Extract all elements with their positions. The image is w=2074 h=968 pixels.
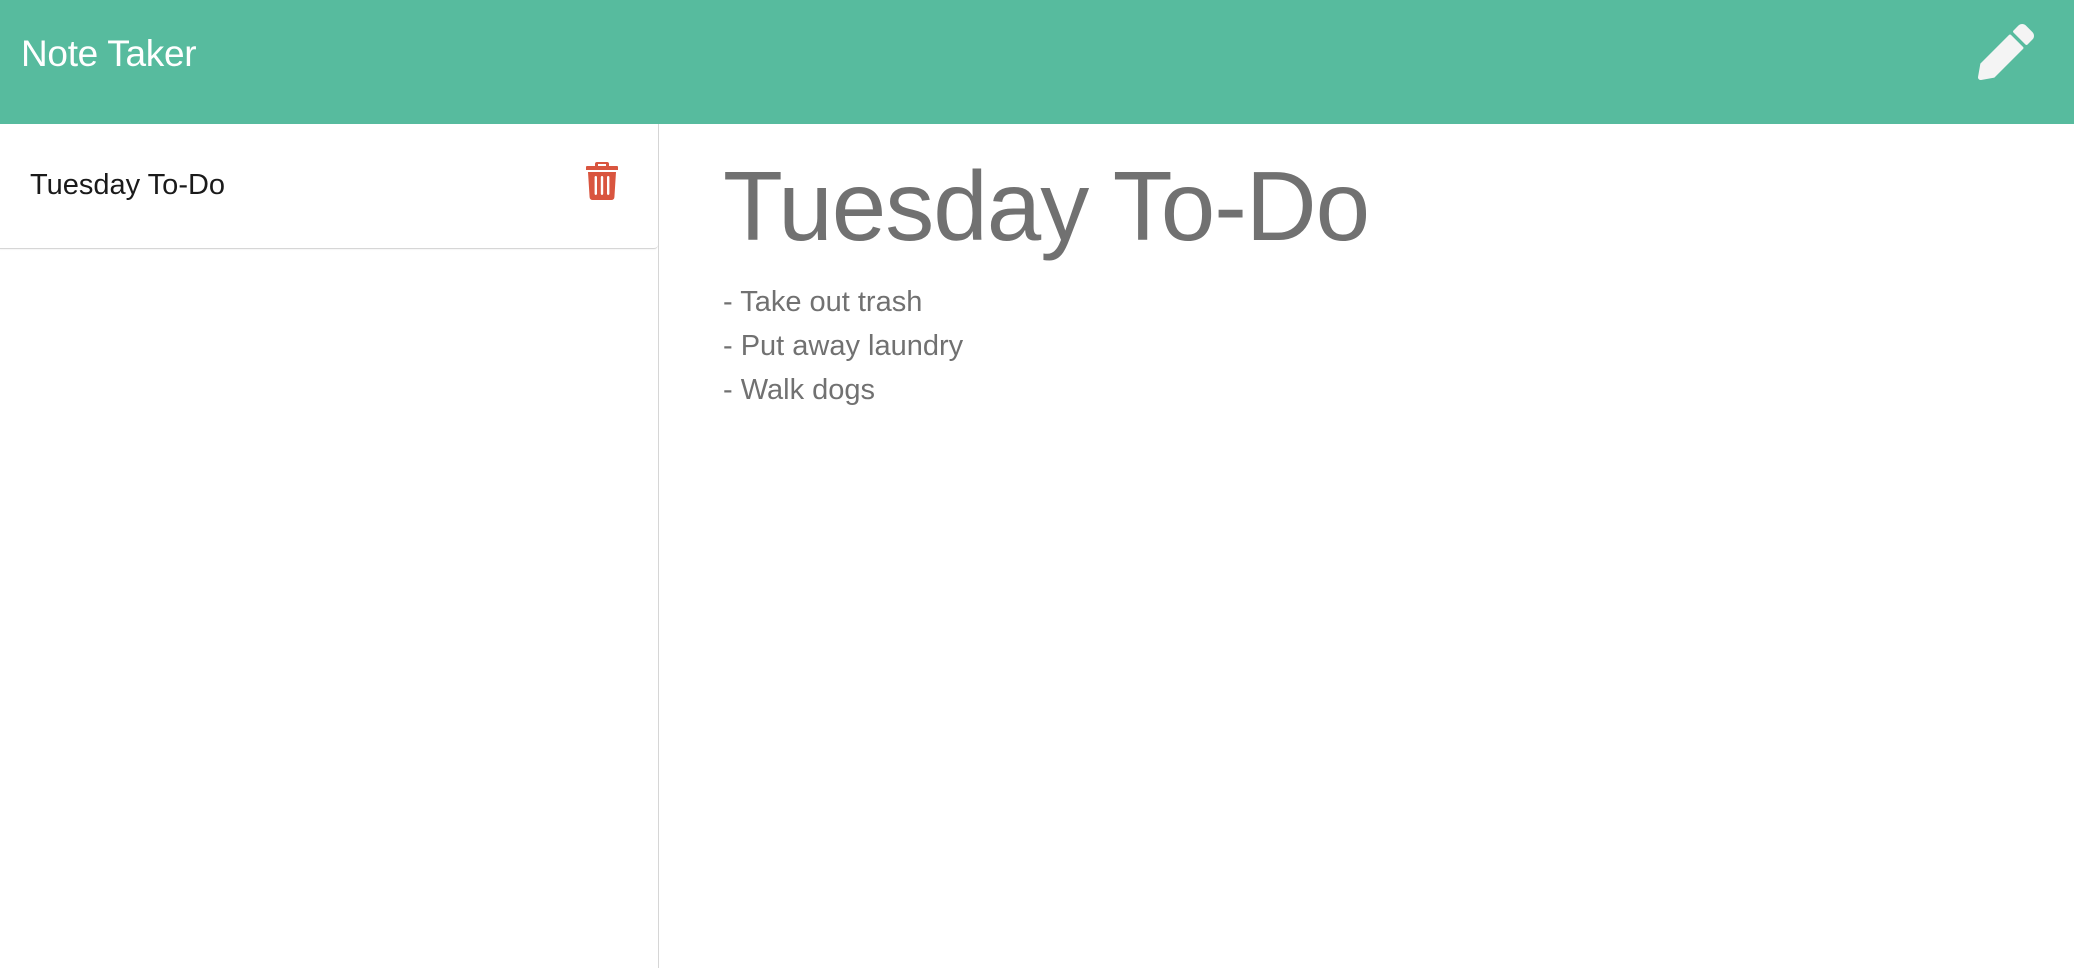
delete-note-button[interactable] bbox=[586, 162, 618, 200]
app-title[interactable]: Note Taker bbox=[21, 30, 197, 78]
note-text-line[interactable]: - Walk dogs bbox=[723, 368, 963, 412]
pencil-icon bbox=[1978, 24, 2034, 80]
note-list-item[interactable]: Tuesday To-Do bbox=[0, 124, 658, 249]
new-note-button[interactable] bbox=[1978, 24, 2034, 80]
note-title-field[interactable]: Tuesday To-Do bbox=[723, 148, 1370, 264]
note-list-item-title[interactable]: Tuesday To-Do bbox=[30, 167, 225, 203]
note-text-line[interactable]: - Put away laundry bbox=[723, 324, 963, 368]
note-text-line[interactable]: - Take out trash bbox=[723, 280, 963, 324]
navbar: Note Taker bbox=[0, 0, 2074, 124]
note-text-area[interactable]: - Take out trash - Put away laundry - Wa… bbox=[723, 280, 963, 412]
notes-sidebar: Tuesday To-Do bbox=[0, 124, 659, 968]
trash-icon bbox=[586, 162, 618, 200]
note-editor: Tuesday To-Do - Take out trash - Put awa… bbox=[660, 124, 2074, 968]
